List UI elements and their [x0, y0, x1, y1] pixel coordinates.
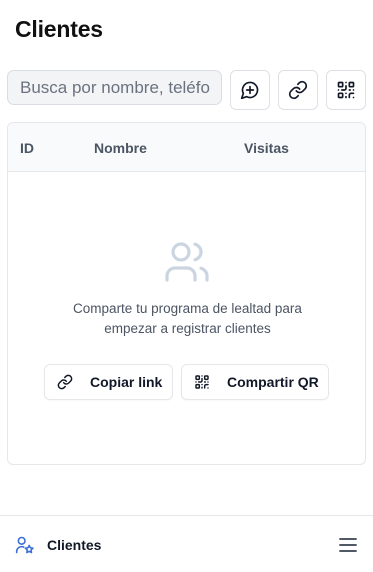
empty-state-message: Comparte tu programa de lealtad para emp… — [73, 301, 302, 336]
link-icon — [57, 374, 73, 390]
nav-item-clientes[interactable]: Clientes — [15, 535, 101, 555]
bottom-nav: Clientes — [0, 515, 373, 572]
share-qr-label: Compartir QR — [227, 374, 319, 390]
message-plus-icon — [240, 81, 259, 100]
search-input[interactable] — [7, 70, 222, 105]
clients-table: ID Nombre Visitas Comparte tu programa d… — [7, 122, 366, 465]
link-button[interactable] — [278, 70, 318, 110]
share-qr-button[interactable]: Compartir QR — [181, 364, 329, 400]
page-title: Clientes — [15, 16, 103, 42]
qr-code-button[interactable] — [326, 70, 366, 110]
table-header: ID Nombre Visitas — [8, 123, 365, 172]
qr-code-icon — [337, 81, 355, 99]
menu-icon — [339, 538, 357, 552]
column-header-id[interactable]: ID — [20, 140, 34, 156]
page: Clientes ID Nombre Visitas — [0, 0, 373, 572]
user-star-icon — [15, 536, 34, 554]
users-icon — [165, 242, 209, 282]
send-message-button[interactable] — [230, 70, 270, 110]
nav-item-label: Clientes — [47, 537, 102, 553]
column-header-name[interactable]: Nombre — [94, 140, 147, 156]
copy-link-button[interactable]: Copiar link — [44, 364, 173, 400]
column-header-visits[interactable]: Visitas — [244, 140, 289, 156]
copy-link-label: Copiar link — [90, 374, 163, 390]
menu-button[interactable] — [337, 535, 359, 555]
qr-code-icon — [195, 375, 209, 389]
link-icon — [288, 80, 308, 100]
